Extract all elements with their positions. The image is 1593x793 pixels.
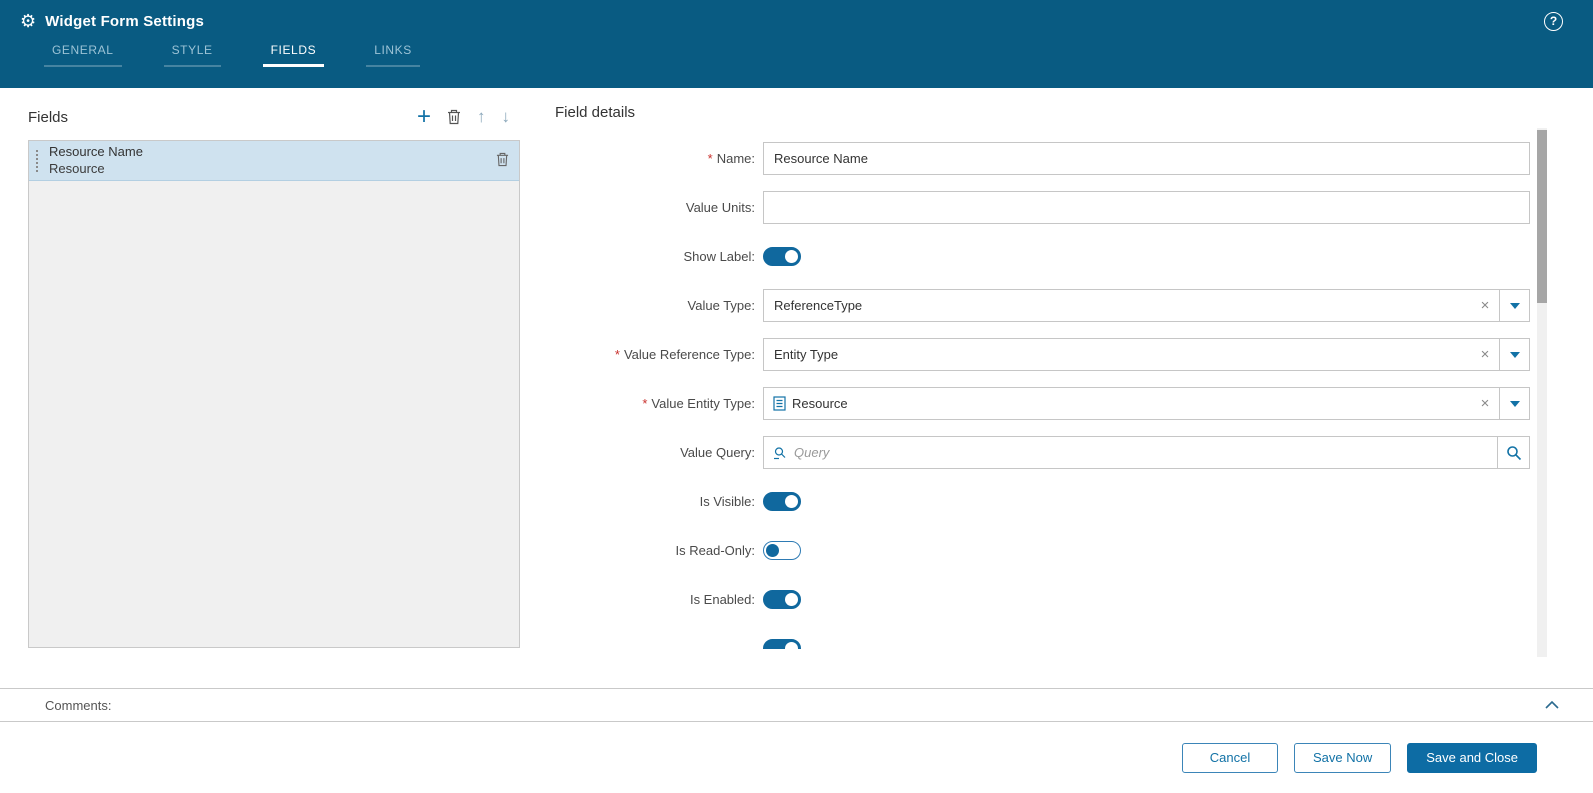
clipped-toggle[interactable] <box>763 639 801 649</box>
is-read-only-toggle[interactable] <box>763 541 801 560</box>
clear-icon[interactable]: × <box>1471 346 1499 363</box>
is-read-only-row: Is Read-Only: <box>555 534 1530 567</box>
search-button[interactable] <box>1497 437 1529 468</box>
page-title: Widget Form Settings <box>45 13 204 30</box>
value-type-row: Value Type: ReferenceType × <box>555 289 1530 322</box>
header: ⚙ Widget Form Settings ? GENERAL STYLE F… <box>0 0 1593 88</box>
save-now-button[interactable]: Save Now <box>1294 743 1391 773</box>
show-label-row: Show Label: <box>555 240 1530 273</box>
search-icon <box>1506 445 1522 461</box>
value-units-input[interactable] <box>763 191 1530 224</box>
tab-style[interactable]: STYLE <box>164 43 221 67</box>
move-field-down-button[interactable]: ↓ <box>502 107 511 127</box>
value-type-value: ReferenceType <box>764 298 1471 313</box>
field-details-panel: Field details * Name: Value Units: Show L… <box>520 100 1593 688</box>
value-reference-type-combobox[interactable]: Entity Type × <box>763 338 1530 371</box>
query-icon <box>773 446 788 460</box>
show-label-toggle[interactable] <box>763 247 801 266</box>
value-type-combobox[interactable]: ReferenceType × <box>763 289 1530 322</box>
field-item-type: Resource <box>49 161 143 177</box>
value-reference-type-row: * Value Reference Type: Entity Type × <box>555 338 1530 371</box>
clear-icon[interactable]: × <box>1471 297 1499 314</box>
add-field-button[interactable]: + <box>417 107 431 127</box>
value-query-input[interactable] <box>794 437 1497 468</box>
field-details-title: Field details <box>555 100 1530 142</box>
chevron-up-icon <box>1545 701 1559 709</box>
name-label: Name: <box>717 151 755 166</box>
is-enabled-label: Is Enabled: <box>555 592 755 607</box>
fields-panel: Fields + ↑ ↓ Resource Name <box>28 100 520 688</box>
entity-type-icon <box>773 396 786 411</box>
dropdown-button[interactable] <box>1499 290 1529 321</box>
widget-form-settings-dialog: ⚙ Widget Form Settings ? GENERAL STYLE F… <box>0 0 1593 793</box>
name-input[interactable] <box>763 142 1530 175</box>
is-enabled-toggle[interactable] <box>763 590 801 609</box>
trash-icon <box>447 109 461 125</box>
save-and-close-button[interactable]: Save and Close <box>1407 743 1537 773</box>
is-visible-toggle[interactable] <box>763 492 801 511</box>
main-content: Fields + ↑ ↓ Resource Name <box>0 88 1593 688</box>
required-asterisk: * <box>615 347 620 362</box>
value-query-row: Value Query: <box>555 436 1530 469</box>
tab-general[interactable]: GENERAL <box>44 43 122 67</box>
chevron-down-icon <box>1510 401 1520 407</box>
tab-bar: GENERAL STYLE FIELDS LINKS <box>0 43 1593 67</box>
tab-fields[interactable]: FIELDS <box>263 43 325 67</box>
dropdown-button[interactable] <box>1499 388 1529 419</box>
is-enabled-row: Is Enabled: <box>555 583 1530 616</box>
move-field-up-button[interactable]: ↑ <box>477 107 486 127</box>
value-type-label: Value Type: <box>555 298 755 313</box>
comments-section: Comments: <box>0 688 1593 722</box>
name-row: * Name: <box>555 142 1530 175</box>
value-units-label: Value Units: <box>555 200 755 215</box>
is-read-only-label: Is Read-Only: <box>555 543 755 558</box>
chevron-down-icon <box>1510 352 1520 358</box>
clipped-row <box>555 632 1530 649</box>
drag-handle-icon[interactable] <box>36 150 40 172</box>
cancel-button[interactable]: Cancel <box>1182 743 1278 773</box>
field-item-name: Resource Name <box>49 144 143 160</box>
vertical-scrollbar[interactable] <box>1537 128 1547 657</box>
footer-actions: Cancel Save Now Save and Close <box>0 722 1593 793</box>
value-entity-type-value: Resource <box>786 396 1471 411</box>
is-visible-row: Is Visible: <box>555 485 1530 518</box>
value-units-row: Value Units: <box>555 191 1530 224</box>
value-query-label: Value Query: <box>555 445 755 460</box>
trash-icon <box>496 152 509 167</box>
dropdown-button[interactable] <box>1499 339 1529 370</box>
clear-icon[interactable]: × <box>1471 395 1499 412</box>
collapse-comments-button[interactable] <box>1545 701 1559 709</box>
value-reference-type-label: Value Reference Type: <box>624 347 755 362</box>
required-asterisk: * <box>642 396 647 411</box>
tab-links[interactable]: LINKS <box>366 43 420 67</box>
fields-list: Resource Name Resource <box>28 140 520 648</box>
field-list-item[interactable]: Resource Name Resource <box>29 141 519 181</box>
comments-label: Comments: <box>45 698 111 713</box>
value-reference-type-value: Entity Type <box>764 347 1471 362</box>
chevron-down-icon <box>1510 303 1520 309</box>
value-query-field <box>763 436 1530 469</box>
show-label-label: Show Label: <box>555 249 755 264</box>
settings-gear-icon: ⚙ <box>20 12 36 30</box>
is-visible-label: Is Visible: <box>555 494 755 509</box>
delete-field-button[interactable] <box>447 109 461 125</box>
value-entity-type-label: Value Entity Type: <box>651 396 755 411</box>
required-asterisk: * <box>708 151 713 166</box>
remove-field-button[interactable] <box>496 152 509 170</box>
value-entity-type-row: * Value Entity Type: Resource × <box>555 387 1530 420</box>
scrollbar-thumb[interactable] <box>1537 130 1547 303</box>
value-entity-type-combobox[interactable]: Resource × <box>763 387 1530 420</box>
fields-panel-title: Fields <box>28 109 68 126</box>
help-icon[interactable]: ? <box>1544 12 1563 31</box>
